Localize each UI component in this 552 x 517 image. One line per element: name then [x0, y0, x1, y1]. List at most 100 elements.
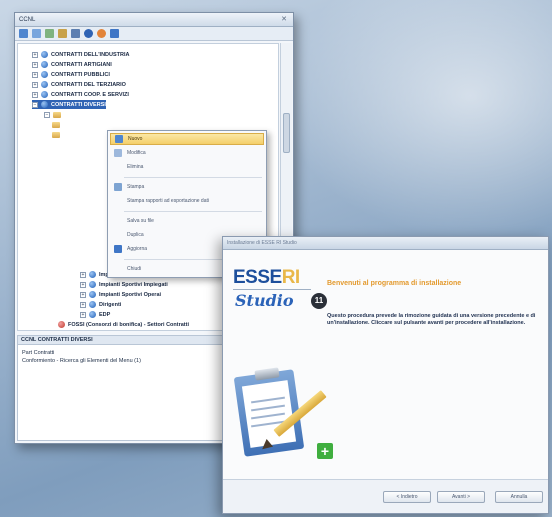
new-icon[interactable]: [19, 29, 28, 38]
menu-item-label: Nuovo: [128, 136, 143, 142]
tree-item[interactable]: + CONTRATTI COOP. E SERVIZI: [32, 90, 129, 99]
expand-icon[interactable]: +: [32, 51, 38, 58]
help-icon[interactable]: [84, 29, 93, 38]
node-icon: [89, 281, 96, 288]
collapse-icon[interactable]: −: [44, 111, 50, 118]
refresh-icon[interactable]: [97, 29, 106, 38]
tree-item[interactable]: −: [44, 110, 61, 119]
menu-item-label: Stampa: [127, 184, 145, 190]
tree-item-label: FOSSI (Consorzi di bonifica) - Settori C…: [68, 321, 189, 328]
tree-item[interactable]: [52, 120, 60, 129]
tree-item-label: CONTRATTI PUBBLICI: [51, 71, 110, 78]
plus-icon: +: [317, 443, 333, 459]
new-icon: [115, 135, 123, 143]
menu-item-edit[interactable]: Modifica: [110, 147, 264, 159]
tree-item-selected[interactable]: − CONTRATTI DIVERSI: [32, 100, 106, 109]
tree-item[interactable]: + CONTRATTI ARTIGIANI: [32, 60, 112, 69]
folder-icon: [52, 121, 60, 128]
tree-item[interactable]: + Impianti Sportivi Operai: [80, 290, 161, 299]
node-icon: [58, 321, 65, 328]
expand-icon[interactable]: +: [32, 91, 38, 98]
edit-icon[interactable]: [58, 29, 67, 38]
tree-item[interactable]: + EDP: [80, 310, 110, 319]
blank-icon: [114, 231, 122, 239]
logo-sub: Studio: [235, 291, 294, 310]
search-icon[interactable]: [110, 29, 119, 38]
tree-item[interactable]: FOSSI (Consorzi di bonifica) - Settori C…: [58, 320, 189, 329]
tree-item[interactable]: + CONTRATTI PUBBLICI: [32, 70, 110, 79]
tree-item[interactable]: + CONTRATTI DELL'INDUSTRIA: [32, 50, 130, 59]
logo-brand: ESSE: [233, 267, 282, 288]
expand-icon[interactable]: +: [80, 301, 86, 308]
menu-item-new[interactable]: Nuovo: [110, 133, 264, 145]
menu-separator: [124, 177, 262, 178]
tree-item-label: CONTRATTI COOP. E SERVIZI: [51, 91, 129, 98]
open-icon[interactable]: [32, 29, 41, 38]
ccnl-window-title: CCNL: [19, 16, 36, 23]
clipboard-pencil-icon: [233, 367, 329, 477]
tree-item[interactable]: + CONTRATTI DEL TERZIARIO: [32, 80, 126, 89]
menu-item-label: Stampa rapporti ad esportazione dati: [127, 198, 209, 204]
next-button[interactable]: Avanti >: [437, 491, 485, 503]
folder-icon: [52, 131, 60, 138]
esseri-studio-logo: ESSERI Studio 11: [233, 267, 327, 319]
tree-item[interactable]: [52, 130, 60, 139]
blank-icon: [114, 163, 122, 171]
ccnl-titlebar[interactable]: CCNL ✕: [15, 13, 293, 27]
node-icon: [41, 81, 48, 88]
tree-item[interactable]: + Dirigenti: [80, 300, 121, 309]
print-icon[interactable]: [71, 29, 80, 38]
blank-icon: [114, 197, 122, 205]
blank-icon: [114, 217, 122, 225]
expand-icon[interactable]: +: [32, 61, 38, 68]
tree-item-label: Impianti Sportivi Operai: [99, 291, 162, 298]
logo-brand-accent: RI: [281, 267, 301, 288]
tree-item[interactable]: + Impianti Sportivi Impiegati: [80, 280, 168, 289]
node-icon: [41, 101, 48, 108]
folder-icon: [53, 111, 61, 118]
node-icon: [89, 271, 96, 278]
back-button[interactable]: < Indietro: [383, 491, 431, 503]
menu-item-print[interactable]: Stampa: [110, 181, 264, 193]
desktop-glow: [280, 0, 552, 240]
menu-item-label: Duplica: [127, 232, 144, 238]
node-icon: [89, 311, 96, 318]
tree-item-label: CONTRATTI DEL TERZIARIO: [51, 81, 126, 88]
node-icon: [41, 71, 48, 78]
expand-icon[interactable]: +: [32, 71, 38, 78]
close-icon[interactable]: ✕: [279, 15, 289, 24]
tree-item-label: CONTRATTI DIVERSI: [51, 101, 106, 108]
tree-item-label: Impianti Sportivi Impiegati: [99, 281, 168, 288]
menu-item-print-export[interactable]: Stampa rapporti ad esportazione dati: [110, 195, 264, 207]
expand-icon[interactable]: +: [80, 271, 86, 278]
expand-icon[interactable]: +: [80, 291, 86, 298]
tree-item-label: Dirigenti: [99, 301, 122, 308]
expand-icon[interactable]: +: [80, 281, 86, 288]
installer-body-text: Questo procedura prevede la rimozione gu…: [327, 313, 536, 326]
tree-item-label: CONTRATTI ARTIGIANI: [51, 61, 112, 68]
print-icon: [114, 183, 122, 191]
menu-item-delete[interactable]: Elimina: [110, 161, 264, 173]
ccnl-toolbar: [15, 27, 293, 41]
edit-icon: [114, 149, 122, 157]
expand-icon[interactable]: +: [32, 81, 38, 88]
refresh-icon: [114, 245, 122, 253]
logo-badge: 11: [311, 293, 327, 309]
tree-item-label: CONTRATTI DELL'INDUSTRIA: [51, 51, 130, 58]
blank-icon: [114, 265, 122, 273]
menu-item-label: Modifica: [127, 150, 146, 156]
expand-icon[interactable]: +: [80, 311, 86, 318]
installer-footer: < Indietro Avanti > Annulla: [223, 479, 548, 513]
node-icon: [41, 91, 48, 98]
tree-item-label: EDP: [99, 311, 111, 318]
collapse-icon[interactable]: −: [32, 101, 38, 108]
installer-heading: Benvenuti al programma di installazione: [327, 280, 462, 287]
node-icon: [41, 61, 48, 68]
save-icon[interactable]: [45, 29, 54, 38]
cancel-button[interactable]: Annulla: [495, 491, 543, 503]
menu-item-label: Elimina: [127, 164, 144, 170]
scrollbar-thumb[interactable]: [283, 113, 290, 153]
menu-item-save-file[interactable]: Salva su file: [110, 215, 264, 227]
logo-divider: [233, 289, 311, 290]
installer-titlebar[interactable]: Installazione di ESSE RI Studio: [223, 237, 548, 250]
